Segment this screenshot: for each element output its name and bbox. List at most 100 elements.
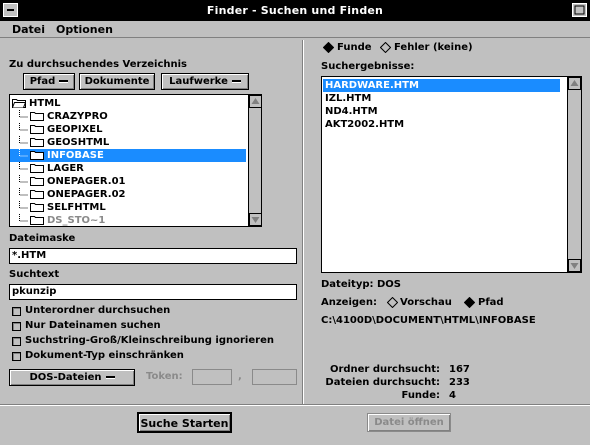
search-text-label: Suchtext <box>9 269 60 280</box>
tree-connector-icon <box>18 110 28 123</box>
tree-item[interactable]: CRAZYPRO <box>10 110 246 123</box>
results-scrollbar[interactable] <box>567 77 581 272</box>
drives-dropdown-button[interactable]: Laufwerke <box>161 73 249 90</box>
errors-radio-label: Fehler (keine) <box>394 42 473 53</box>
tree-item-label: GEOPIXEL <box>47 124 103 135</box>
restrict-doctype-checkbox[interactable] <box>12 352 21 361</box>
start-search-button[interactable]: Suche Starten <box>137 412 232 433</box>
open-file-button[interactable]: Datei öffnen <box>367 413 451 432</box>
folder-icon <box>30 176 44 186</box>
dropdown-icon <box>105 376 115 378</box>
file-mask-input[interactable]: *.HTM <box>9 248 297 264</box>
results-label: Suchergebnisse: <box>321 61 415 72</box>
tree-item[interactable]: HTML <box>10 97 246 110</box>
folders-searched-value: 167 <box>449 364 470 375</box>
found-radio[interactable] <box>323 42 334 53</box>
filetype-text: Dateityp: DOS <box>321 279 401 290</box>
path-radio-label: Pfad <box>478 297 504 308</box>
tree-item-label: GEOSHTML <box>47 137 110 148</box>
folders-searched-label: Ordner durchsucht: <box>329 364 440 375</box>
tree-item[interactable]: GEOSHTML <box>10 136 246 149</box>
folder-icon <box>30 124 44 134</box>
menu-optionen[interactable]: Optionen <box>56 23 113 36</box>
tree-item[interactable]: GEOPIXEL <box>10 123 246 136</box>
preview-radio-label: Vorschau <box>400 297 452 308</box>
tree-item-label: INFOBASE <box>47 150 104 161</box>
preview-radio[interactable] <box>387 297 398 308</box>
tree-connector-icon <box>18 149 28 162</box>
folder-icon <box>30 137 44 147</box>
files-searched-value: 233 <box>449 377 470 388</box>
maximize-box-icon[interactable] <box>572 3 587 17</box>
tree-item[interactable]: ONEPAGER.01 <box>10 175 246 188</box>
folder-icon <box>30 150 44 160</box>
path-button-label: Pfad <box>29 76 56 87</box>
tree-item-label: HTML <box>29 98 61 109</box>
restrict-doctype-label: Dokument-Typ einschränken <box>25 350 184 361</box>
folder-icon <box>30 215 44 225</box>
finder-window: Finder - Suchen und Finden Datei Optione… <box>0 0 590 445</box>
menu-datei[interactable]: Datei <box>12 23 45 36</box>
tree-item[interactable]: DS_STO~1 <box>10 214 246 226</box>
tree-item[interactable]: ONEPAGER.02 <box>10 188 246 201</box>
token-label: Token: <box>146 371 183 382</box>
tree-connector-icon <box>18 214 28 226</box>
tree-item[interactable]: SELFHTML <box>10 201 246 214</box>
scroll-up-icon[interactable] <box>568 77 581 90</box>
drives-button-label: Laufwerke <box>169 76 228 87</box>
subfolders-label: Unterordner durchsuchen <box>25 305 171 316</box>
dropdown-icon <box>231 80 241 82</box>
path-radio[interactable] <box>464 297 475 308</box>
found-count-value: 4 <box>449 390 456 401</box>
result-item[interactable]: HARDWARE.HTM <box>323 79 560 92</box>
scroll-down-icon[interactable] <box>568 259 581 272</box>
path-dropdown-button[interactable]: Pfad <box>23 73 75 90</box>
title-bar[interactable]: Finder - Suchen und Finden <box>0 0 590 21</box>
token-separator: , <box>238 371 242 382</box>
token-input-1[interactable] <box>192 369 232 385</box>
tree-item-label: ONEPAGER.02 <box>47 189 126 200</box>
tree-item-label: DS_STO~1 <box>47 215 106 226</box>
tree-item-label: SELFHTML <box>47 202 106 213</box>
files-searched-label: Dateien durchsucht: <box>325 377 440 388</box>
scroll-down-icon[interactable] <box>249 213 261 226</box>
tree-connector-icon <box>18 136 28 149</box>
subfolders-checkbox[interactable] <box>12 307 21 316</box>
folder-icon <box>30 189 44 199</box>
footer-divider <box>0 404 590 406</box>
show-label: Anzeigen: <box>321 297 377 308</box>
result-item[interactable]: IZL.HTM <box>323 92 560 105</box>
directory-tree[interactable]: HTML CRAZYPRO GEOPIXEL GEOSHTML INFOBASE LAGE… <box>9 94 262 227</box>
folder-icon <box>30 111 44 121</box>
folder-icon <box>30 163 44 173</box>
results-list[interactable]: HARDWARE.HTM IZL.HTM ND4.HTM AKT2002.HTM <box>321 76 582 273</box>
tree-item[interactable]: LAGER <box>10 162 246 175</box>
errors-radio[interactable] <box>380 42 391 53</box>
names-only-label: Nur Dateinamen suchen <box>25 320 161 331</box>
tree-item-label: CRAZYPRO <box>47 111 108 122</box>
tree-connector-icon <box>18 162 28 175</box>
folder-open-icon <box>12 98 27 108</box>
documents-button[interactable]: Dokumente <box>79 73 155 90</box>
folder-icon <box>30 202 44 212</box>
directory-label: Zu durchsuchendes Verzeichnis <box>9 59 187 70</box>
tree-scrollbar[interactable] <box>248 95 261 226</box>
menu-bar: Datei Optionen <box>0 21 590 38</box>
tree-connector-icon <box>18 123 28 136</box>
search-text-input[interactable]: pkunzip <box>9 284 297 300</box>
pane-divider <box>302 40 304 404</box>
tree-connector-icon <box>18 188 28 201</box>
file-mask-label: Dateimaske <box>9 233 76 244</box>
result-item[interactable]: ND4.HTM <box>323 105 560 118</box>
doctype-dropdown-button[interactable]: DOS-Dateien <box>9 369 135 386</box>
scroll-up-icon[interactable] <box>249 95 261 108</box>
names-only-checkbox[interactable] <box>12 322 21 331</box>
result-item[interactable]: AKT2002.HTM <box>323 118 560 131</box>
token-input-2[interactable] <box>252 369 297 385</box>
ignore-case-checkbox[interactable] <box>12 337 21 346</box>
doctype-button-label: DOS-Dateien <box>29 372 102 383</box>
found-radio-label: Funde <box>337 42 372 53</box>
tree-item[interactable]: INFOBASE <box>10 149 246 162</box>
tree-connector-icon <box>18 201 28 214</box>
window-title: Finder - Suchen und Finden <box>206 4 384 17</box>
